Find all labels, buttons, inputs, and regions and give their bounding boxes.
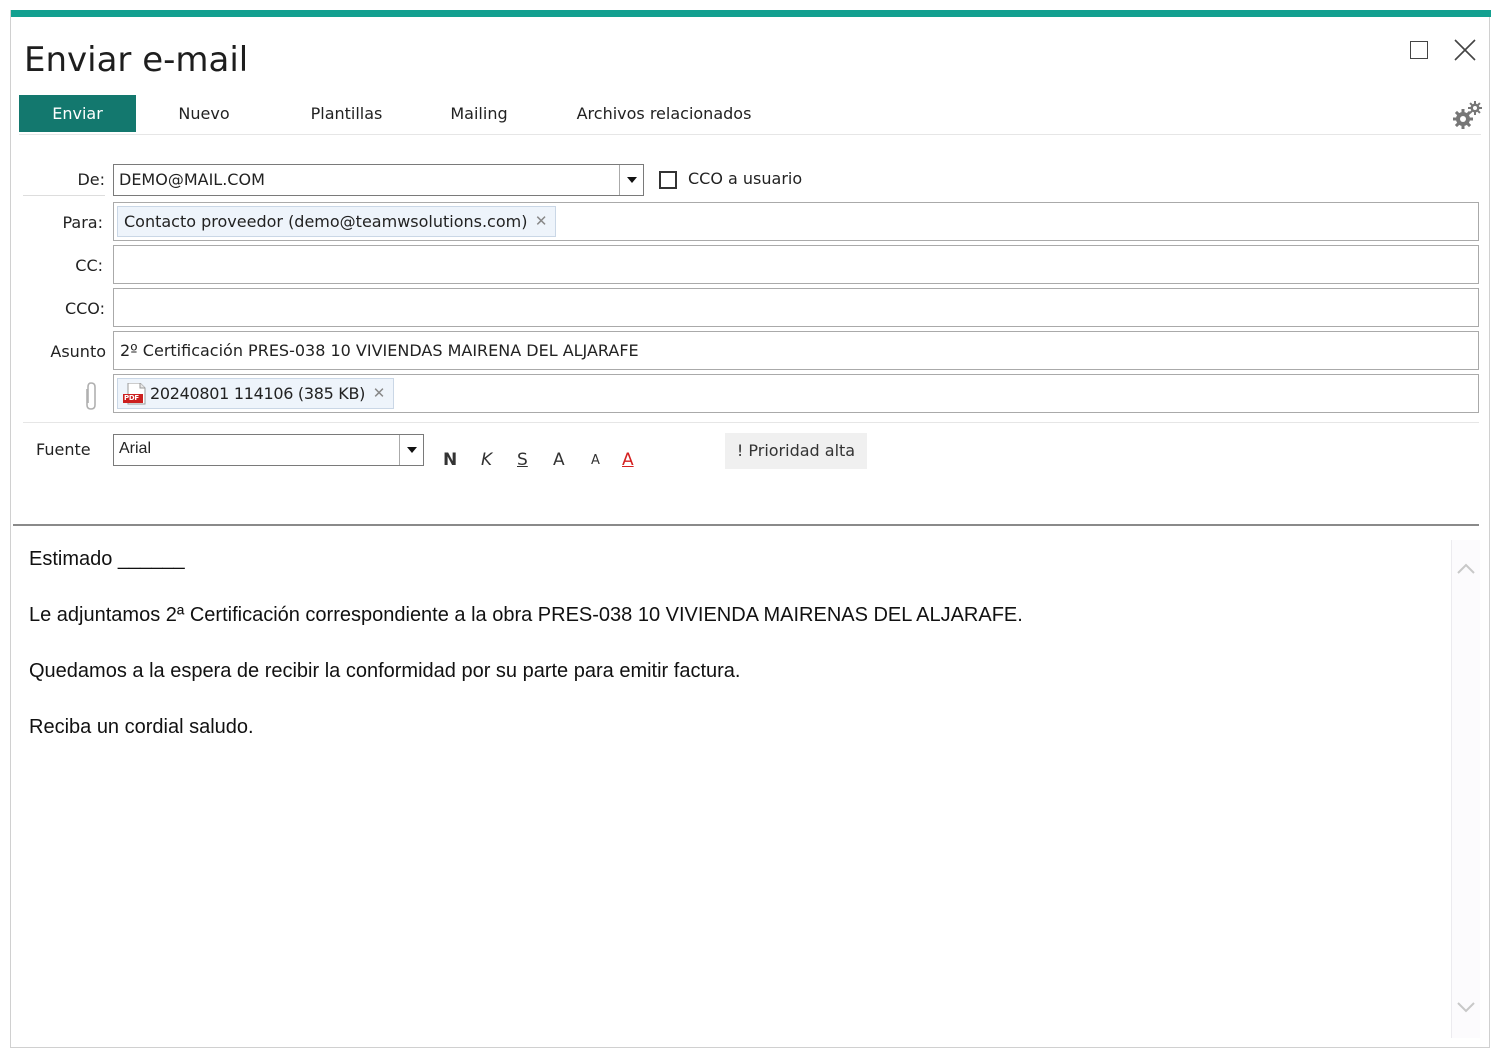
font-color-button[interactable]: A [622, 450, 634, 470]
related-files-button[interactable]: Archivos relacionados [559, 95, 769, 132]
new-button[interactable]: Nuevo [159, 95, 249, 132]
window-accent-bar [11, 10, 1491, 17]
recipient-name: Contacto proveedor (demo@teamwsolutions.… [124, 212, 528, 231]
editor-divider [13, 524, 1479, 526]
body-scrollbar[interactable] [1451, 540, 1480, 1038]
font-label: Fuente [36, 440, 91, 459]
email-window: Enviar e-mail Enviar Nuevo Plantillas Ma… [10, 10, 1491, 1048]
settings-gear-icon[interactable] [1451, 99, 1485, 131]
remove-recipient-icon[interactable]: ✕ [535, 207, 548, 236]
send-button[interactable]: Enviar [19, 95, 136, 132]
subject-value: 2º Certificación PRES-038 10 VIVIENDAS M… [120, 341, 639, 360]
chevron-down-icon[interactable] [399, 435, 423, 465]
chevron-up-icon[interactable] [1456, 560, 1476, 580]
chevron-down-icon[interactable] [1456, 1000, 1476, 1020]
body-line: Estimado ______ [29, 548, 185, 570]
attachment-chip[interactable]: PDF 20240801 114106 (385 KB) ✕ [117, 378, 395, 409]
pdf-file-icon: PDF [123, 382, 147, 405]
from-label-rule [23, 195, 105, 196]
to-field[interactable]: Contacto proveedor (demo@teamwsolutions.… [113, 202, 1479, 241]
remove-attachment-icon[interactable]: ✕ [373, 379, 386, 408]
templates-button[interactable]: Plantillas [289, 95, 404, 132]
window-title: Enviar e-mail [24, 40, 249, 80]
recipient-chip[interactable]: Contacto proveedor (demo@teamwsolutions.… [117, 206, 557, 237]
shrink-font-button[interactable]: A [591, 453, 600, 468]
form-separator [23, 422, 1479, 423]
attachment-name: 20240801 114106 (385 KB) [150, 384, 366, 403]
maximize-icon[interactable] [1408, 38, 1432, 62]
body-line: Reciba un cordial saludo. [29, 716, 254, 738]
paperclip-icon[interactable] [83, 381, 99, 411]
subject-label: Asunto [50, 342, 106, 361]
close-icon[interactable] [1453, 38, 1477, 62]
chevron-down-icon[interactable] [619, 165, 643, 195]
message-body[interactable]: Estimado ______ Le adjuntamos 2ª Certifi… [29, 548, 1449, 772]
from-value: DEMO@MAIL.COM [119, 170, 265, 189]
cc-label: CC: [75, 256, 103, 275]
underline-button[interactable]: S [517, 450, 528, 470]
font-value: Arial [119, 440, 152, 457]
subject-field[interactable]: 2º Certificación PRES-038 10 VIVIENDAS M… [113, 331, 1479, 370]
bcc-field[interactable] [113, 288, 1479, 327]
font-select[interactable]: Arial [113, 434, 424, 466]
high-priority-button[interactable]: ! Prioridad alta [725, 433, 867, 469]
body-line: Le adjuntamos 2ª Certificación correspon… [29, 604, 1023, 626]
from-label: De: [77, 170, 105, 189]
attachments-field: PDF 20240801 114106 (385 KB) ✕ [113, 374, 1479, 413]
bcc-user-label: CCO a usuario [688, 169, 803, 188]
italic-button[interactable]: K [481, 450, 492, 470]
grow-font-button[interactable]: A [553, 450, 565, 470]
to-label: Para: [62, 213, 103, 232]
from-select[interactable]: DEMO@MAIL.COM [113, 164, 644, 196]
bcc-user-checkbox[interactable] [659, 171, 677, 189]
mailing-button[interactable]: Mailing [429, 95, 529, 132]
body-line: Quedamos a la espera de recibir la confo… [29, 660, 741, 682]
toolbar: Enviar Nuevo Plantillas Mailing Archivos… [19, 94, 1482, 135]
pdf-badge-label: PDF [124, 394, 139, 402]
bcc-label: CCO: [64, 299, 105, 318]
bold-button[interactable]: N [443, 450, 457, 470]
cc-field[interactable] [113, 245, 1479, 284]
